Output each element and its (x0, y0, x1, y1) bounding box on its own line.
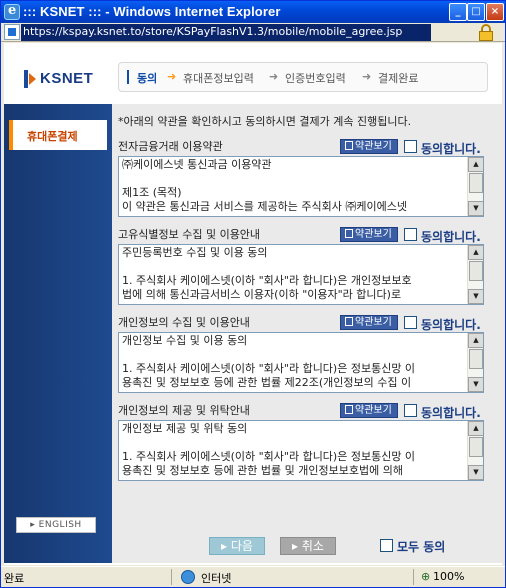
agree-all-checkbox[interactable] (380, 539, 393, 552)
logo-text: KSNET (40, 70, 94, 87)
sidebar: 휴대폰결제 ▸ ENGLISH (4, 104, 112, 563)
agree-all-label: 모두 동의 (397, 540, 446, 554)
english-button[interactable]: ▸ ENGLISH (16, 517, 96, 533)
agree-checkbox[interactable] (404, 316, 417, 329)
ie-icon (4, 3, 20, 20)
agree-checkbox[interactable] (404, 404, 417, 417)
scroll-thumb[interactable] (469, 261, 483, 281)
scrollbar[interactable]: ▲ ▼ (467, 421, 483, 480)
scroll-thumb[interactable] (469, 173, 483, 193)
browser-window: ::: KSNET ::: - Windows Internet Explore… (0, 0, 506, 588)
scrollbar[interactable]: ▲ ▼ (467, 157, 483, 216)
view-terms-button[interactable]: 약관보기 (340, 227, 398, 242)
step-complete: 결제완료 (378, 72, 419, 85)
agree-label: 동의합니다. (421, 230, 481, 244)
step-marker (127, 70, 129, 84)
view-terms-button[interactable]: 약관보기 (340, 403, 398, 418)
terms-textarea[interactable]: 개인정보 수집 및 이용 동의 1. 주식회사 케이에스넷(이하 "회사"라 합… (118, 332, 484, 393)
security-zone: 인터넷 (201, 572, 232, 585)
page-icon (4, 24, 20, 40)
terms-text: 주민등록번호 수집 및 이용 동의 1. 주식회사 케이에스넷(이하 "회사"라… (122, 246, 412, 301)
ksnet-logo-icon (24, 70, 36, 88)
title-bar: ::: KSNET ::: - Windows Internet Explore… (1, 1, 505, 23)
ksnet-logo: KSNET (24, 68, 104, 90)
page-content: KSNET 동의 ➜ 휴대폰정보입력 ➜ 인증번호입력 ➜ 결제완료 휴대폰결제… (4, 43, 502, 565)
status-text: 완료 (4, 572, 25, 585)
step-auth-code: 인증번호입력 (285, 72, 346, 85)
lock-icon[interactable] (477, 24, 495, 41)
intro-text: *아래의 약관을 확인하시고 동의하시면 결제가 계속 진행됩니다. (118, 115, 412, 128)
agree-label: 동의합니다. (421, 142, 481, 156)
scroll-down-icon[interactable]: ▼ (468, 465, 483, 480)
book-icon (345, 229, 353, 238)
step-arrow-icon: ➜ (362, 70, 372, 83)
step-arrow-icon: ➜ (167, 70, 177, 83)
scroll-up-icon[interactable]: ▲ (468, 157, 483, 172)
agreement-panel: *아래의 약관을 확인하시고 동의하시면 결제가 계속 진행됩니다. 전자금융거… (112, 104, 502, 563)
sidebar-item-mobile-payment[interactable]: 휴대폰결제 (9, 120, 107, 150)
section-title: 개인정보의 수집 및 이용안내 (118, 316, 250, 329)
scroll-up-icon[interactable]: ▲ (468, 245, 483, 260)
status-bar: 완료 인터넷 ⊕ 100% (1, 566, 505, 587)
url-field[interactable]: https://kspay.ksnet.to/store/KSPayFlashV… (21, 24, 431, 41)
minimize-button[interactable]: _ (449, 3, 467, 21)
cancel-button[interactable]: ▸ 취소 (280, 537, 336, 555)
book-icon (345, 141, 353, 150)
scroll-up-icon[interactable]: ▲ (468, 421, 483, 436)
terms-textarea[interactable]: ㈜케이에스넷 통신과금 이용약관 제1조 (목적) 이 약관은 통신과금 서비스… (118, 156, 484, 217)
view-terms-button[interactable]: 약관보기 (340, 139, 398, 154)
zoom-level[interactable]: 100% (433, 570, 464, 583)
terms-text: 개인정보 수집 및 이용 동의 1. 주식회사 케이에스넷(이하 "회사"라 합… (122, 334, 416, 389)
section-title: 고유식별정보 수집 및 이용안내 (118, 228, 261, 241)
terms-text: 개인정보 제공 및 위탁 동의 1. 주식회사 케이에스넷(이하 "회사"라 합… (122, 422, 416, 477)
zoom-icon[interactable]: ⊕ (421, 570, 430, 583)
scroll-up-icon[interactable]: ▲ (468, 333, 483, 348)
step-arrow-icon: ➜ (269, 70, 279, 83)
step-agree: 동의 (137, 72, 158, 85)
view-terms-button[interactable]: 약관보기 (340, 315, 398, 330)
book-icon (345, 317, 353, 326)
maximize-button[interactable]: □ (467, 3, 485, 21)
agree-label: 동의합니다. (421, 318, 481, 332)
scroll-thumb[interactable] (469, 349, 483, 369)
address-bar: https://kspay.ksnet.to/store/KSPayFlashV… (1, 23, 505, 42)
window-title: ::: KSNET ::: - Windows Internet Explore… (23, 4, 281, 19)
section-title: 개인정보의 제공 및 위탁안내 (118, 404, 250, 417)
book-icon (345, 405, 353, 414)
globe-icon (181, 570, 195, 584)
agree-checkbox[interactable] (404, 140, 417, 153)
terms-text: ㈜케이에스넷 통신과금 이용약관 제1조 (목적) 이 약관은 통신과금 서비스… (122, 158, 407, 213)
next-button[interactable]: ▸ 다음 (209, 537, 265, 555)
close-button[interactable]: × (486, 3, 504, 21)
terms-textarea[interactable]: 개인정보 제공 및 위탁 동의 1. 주식회사 케이에스넷(이하 "회사"라 합… (118, 420, 484, 481)
divider (413, 569, 414, 585)
scroll-down-icon[interactable]: ▼ (468, 289, 483, 304)
terms-textarea[interactable]: 주민등록번호 수집 및 이용 동의 1. 주식회사 케이에스넷(이하 "회사"라… (118, 244, 484, 305)
agree-label: 동의합니다. (421, 406, 481, 420)
divider (171, 569, 172, 585)
scroll-thumb[interactable] (469, 437, 483, 457)
step-indicator: 동의 ➜ 휴대폰정보입력 ➜ 인증번호입력 ➜ 결제완료 (118, 62, 488, 92)
scrollbar[interactable]: ▲ ▼ (467, 333, 483, 392)
scroll-down-icon[interactable]: ▼ (468, 377, 483, 392)
scroll-down-icon[interactable]: ▼ (468, 201, 483, 216)
section-title: 전자금융거래 이용약관 (118, 140, 223, 153)
agree-checkbox[interactable] (404, 228, 417, 241)
step-phone-info: 휴대폰정보입력 (183, 72, 254, 85)
scrollbar[interactable]: ▲ ▼ (467, 245, 483, 304)
